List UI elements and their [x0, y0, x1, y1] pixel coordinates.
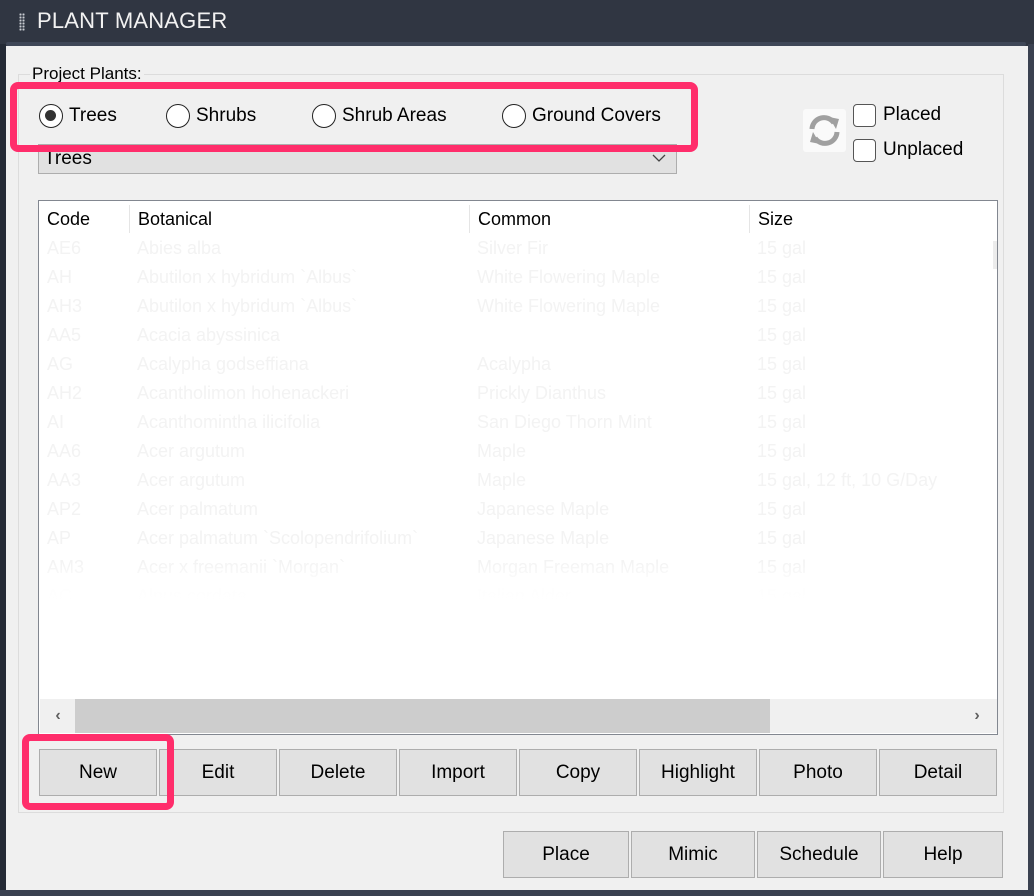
annotation-highlight-radios — [10, 82, 698, 152]
cell-botanical: Acacia abyssinica — [137, 325, 281, 345]
cell-botanical: Abutilon x hybridum `Albus` — [137, 296, 358, 316]
cell-botanical: Acer palmatum — [137, 499, 259, 519]
cell-common: Silver Fir — [477, 238, 548, 258]
horizontal-scrollbar[interactable]: ‹ › — [40, 699, 997, 733]
mimic-button[interactable]: Mimic — [631, 831, 755, 878]
cell-common: White Flowering Maple — [477, 267, 661, 287]
cell-common: Japanese Maple — [477, 499, 610, 519]
column-header-size[interactable]: Size — [749, 205, 989, 233]
checkbox-box[interactable] — [853, 138, 876, 162]
list-row[interactable]: AH Abutilon x hybridum `Albus` White Flowe… — [39, 263, 997, 292]
cell-common: Maple — [477, 441, 527, 461]
list-row[interactable]: AP Acer palmatum `Scolopendrifolium` Japan… — [39, 524, 997, 553]
cell-size: 15 gal — [757, 267, 807, 287]
checkbox-label: Unplaced — [883, 139, 964, 160]
vertical-scrollbar-thumb[interactable] — [993, 241, 997, 269]
column-header-code[interactable]: Code — [39, 205, 130, 233]
list-row[interactable]: AA3 Acer argutum Maple 15 gal, 12 ft, 10 G/… — [39, 466, 997, 495]
list-row[interactable]: AA5 Acacia abyssinica 15 gal — [39, 321, 997, 350]
cell-code: AE6 — [47, 238, 82, 258]
list-fade-overlay — [39, 561, 997, 606]
cell-code: AP2 — [47, 499, 82, 519]
list-row[interactable]: AG Acalypha godseffiana Acalypha 15 gal — [39, 350, 997, 379]
photo-button[interactable]: Photo — [759, 749, 877, 796]
highlight-button[interactable]: Highlight — [639, 749, 757, 796]
cell-size: 15 gal — [757, 441, 807, 461]
delete-button[interactable]: Delete — [279, 749, 397, 796]
cell-botanical: Acer argutum — [137, 470, 246, 490]
cell-size: 15 gal — [757, 499, 807, 519]
chevron-right-icon[interactable]: › — [966, 705, 988, 727]
cell-botanical: Acantholimon hohenackeri — [137, 383, 350, 403]
cell-code: AG — [47, 354, 74, 374]
title-bar[interactable]: PLANT MANAGER — [0, 0, 1034, 44]
refresh-icon — [809, 115, 840, 146]
cell-size: 15 gal, 12 ft, 10 G/Day — [757, 470, 938, 490]
cell-code: AA5 — [47, 325, 82, 345]
list-row[interactable]: AH2 Acantholimon hohenackeri Prickly Diant… — [39, 379, 997, 408]
chevron-left-icon[interactable]: ‹ — [47, 705, 69, 727]
cell-code: AH3 — [47, 296, 83, 316]
place-button[interactable]: Place — [503, 831, 629, 878]
cell-common: Acalypha — [477, 354, 552, 374]
cell-common: Prickly Dianthus — [477, 383, 607, 403]
cell-botanical: Acer palmatum `Scolopendrifolium` — [137, 528, 419, 548]
cell-code: AA6 — [47, 441, 82, 461]
refresh-button[interactable] — [803, 109, 846, 152]
cell-common: White Flowering Maple — [477, 296, 661, 316]
checkbox-box[interactable] — [853, 103, 876, 127]
copy-button[interactable]: Copy — [519, 749, 637, 796]
window-border-right — [1028, 44, 1034, 896]
cell-size: 15 gal — [757, 296, 807, 316]
checkbox-label: Placed — [883, 104, 942, 125]
schedule-button[interactable]: Schedule — [757, 831, 881, 878]
cell-size: 15 gal — [757, 383, 807, 403]
window-title: PLANT MANAGER — [37, 8, 228, 33]
placed-checkbox[interactable]: Placed — [853, 102, 941, 128]
cell-botanical: Acalypha godseffiana — [137, 354, 309, 374]
cell-botanical: Abies alba — [137, 238, 222, 258]
unplaced-checkbox[interactable]: Unplaced — [853, 137, 963, 163]
plant-list[interactable]: Code Botanical Common Size AE6 Abies alba… — [38, 200, 998, 735]
cell-code: AI — [47, 412, 65, 432]
column-header-common[interactable]: Common — [469, 205, 749, 233]
group-label: Project Plants: — [30, 64, 144, 84]
list-row[interactable]: AP2 Acer palmatum Japanese Maple 15 gal — [39, 495, 997, 524]
help-button[interactable]: Help — [883, 831, 1003, 878]
cell-size: 15 gal — [757, 325, 807, 345]
cell-code: AH — [47, 267, 73, 287]
cell-botanical: Acer argutum — [137, 441, 246, 461]
cell-common: Japanese Maple — [477, 528, 610, 548]
cell-common: Maple — [477, 470, 527, 490]
list-row[interactable]: AE6 Abies alba Silver Fir 15 gal — [39, 234, 997, 263]
import-button[interactable]: Import — [399, 749, 517, 796]
cell-size: 15 gal — [757, 354, 807, 374]
cell-code: AP — [47, 528, 72, 548]
list-row[interactable]: AA6 Acer argutum Maple 15 gal — [39, 437, 997, 466]
drag-grip-icon[interactable] — [19, 13, 25, 31]
chevron-down-icon[interactable] — [652, 151, 666, 165]
list-row[interactable]: AI Acanthomintha ilicifolia San Diego Thor… — [39, 408, 997, 437]
detail-button[interactable]: Detail — [879, 749, 997, 796]
cell-botanical: Abutilon x hybridum `Albus` — [137, 267, 358, 287]
annotation-highlight-new — [22, 734, 174, 810]
cell-size: 15 gal — [757, 412, 807, 432]
cell-size: 15 gal — [757, 528, 807, 548]
cell-code: AH2 — [47, 383, 83, 403]
cell-code: AA3 — [47, 470, 82, 490]
list-header: Code Botanical Common Size — [39, 205, 997, 233]
window-border-bottom — [0, 890, 1034, 896]
cell-common: San Diego Thorn Mint — [477, 412, 652, 432]
cell-botanical: Acanthomintha ilicifolia — [137, 412, 321, 432]
cell-size: 15 gal — [757, 238, 807, 258]
horizontal-scrollbar-thumb[interactable] — [75, 699, 770, 733]
column-header-botanical[interactable]: Botanical — [129, 205, 469, 233]
edit-button[interactable]: Edit — [159, 749, 277, 796]
list-row[interactable]: AH3 Abutilon x hybridum `Albus` White Flow… — [39, 292, 997, 321]
